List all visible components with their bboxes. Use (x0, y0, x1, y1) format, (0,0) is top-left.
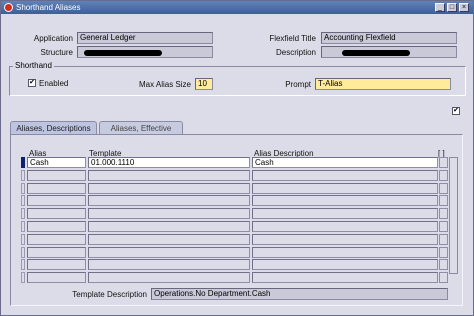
table-cell-template[interactable] (88, 169, 250, 181)
table-cell-alias[interactable]: Cash (27, 157, 86, 168)
row-folder-cell[interactable] (439, 233, 448, 245)
row-folder-cell[interactable] (439, 259, 448, 271)
row-indicator[interactable] (21, 169, 25, 181)
table-cell-template[interactable] (88, 259, 250, 271)
table-cell-description[interactable] (252, 169, 438, 181)
table-cell-template[interactable] (88, 233, 250, 245)
folder-checkbox[interactable]: ✔ (452, 107, 460, 115)
description-label: Description (275, 48, 316, 57)
oracle-app-icon (4, 3, 13, 12)
table-cell-alias[interactable] (27, 208, 86, 220)
table-cell-alias[interactable] (27, 233, 86, 245)
structure-field[interactable] (77, 46, 213, 58)
row-indicator[interactable] (21, 259, 25, 271)
table-cell-alias[interactable] (27, 182, 86, 194)
prompt-label: Prompt (285, 80, 311, 89)
row-folder-cell[interactable] (439, 157, 448, 168)
close-button[interactable]: × (459, 3, 469, 12)
row-folder-cell[interactable] (439, 169, 448, 181)
row-folder-cell[interactable] (439, 195, 448, 207)
table-cell-description[interactable] (252, 259, 438, 271)
template-description-label: Template Description (72, 290, 147, 299)
row-indicator[interactable] (21, 272, 25, 284)
maximize-button[interactable]: □ (447, 3, 457, 12)
max-alias-size-field[interactable]: 10 (195, 78, 213, 90)
shorthand-aliases-window: Shorthand Aliases _ □ × Application Gene… (0, 0, 474, 316)
window-title: Shorthand Aliases (16, 3, 81, 12)
table-cell-description[interactable] (252, 195, 438, 207)
row-indicator[interactable] (21, 221, 25, 232)
table-cell-description[interactable] (252, 221, 438, 232)
title-bar[interactable]: Shorthand Aliases _ □ × (1, 1, 473, 14)
table-cell-description[interactable] (252, 233, 438, 245)
row-indicator[interactable] (21, 233, 25, 245)
tab-aliases-descriptions[interactable]: Aliases, Descriptions (10, 121, 97, 135)
flexfield-title-label: Flexfield Title (269, 34, 316, 43)
table-cell-template[interactable] (88, 208, 250, 220)
table-cell-template[interactable] (88, 182, 250, 194)
table-cell-description[interactable] (252, 182, 438, 194)
row-folder-cell[interactable] (439, 246, 448, 258)
table-cell-template[interactable] (88, 195, 250, 207)
table-cell-description[interactable] (252, 246, 438, 258)
row-folder-cell[interactable] (439, 221, 448, 232)
application-field[interactable]: General Ledger (77, 32, 213, 44)
redacted-description-value (342, 50, 410, 56)
row-folder-cell[interactable] (439, 182, 448, 194)
table-cell-alias[interactable] (27, 272, 86, 284)
table-cell-template[interactable]: 01.000.1110 (88, 157, 250, 168)
table-cell-description[interactable] (252, 208, 438, 220)
row-indicator[interactable] (21, 182, 25, 194)
table-cell-template[interactable] (88, 246, 250, 258)
row-indicator[interactable] (21, 208, 25, 220)
table-cell-description[interactable] (252, 272, 438, 284)
max-alias-size-label: Max Alias Size (138, 80, 191, 89)
template-description-field[interactable]: Operations.No Department.Cash (151, 288, 448, 300)
flexfield-title-field[interactable]: Accounting Flexfield (321, 32, 457, 44)
table-cell-description[interactable]: Cash (252, 157, 438, 168)
row-indicator[interactable] (21, 195, 25, 207)
table-cell-alias[interactable] (27, 246, 86, 258)
row-folder-cell[interactable] (439, 272, 448, 284)
table-scrollbar[interactable] (449, 157, 458, 274)
table-cell-template[interactable] (88, 272, 250, 284)
row-folder-cell[interactable] (439, 208, 448, 220)
row-indicator[interactable] (21, 157, 25, 168)
redacted-structure-value (84, 50, 162, 56)
row-indicator[interactable] (21, 246, 25, 258)
table-cell-alias[interactable] (27, 169, 86, 181)
enabled-checkbox[interactable]: ✔ (28, 79, 36, 87)
description-field[interactable] (321, 46, 457, 58)
table-cell-alias[interactable] (27, 259, 86, 271)
application-label: Application (33, 34, 73, 43)
structure-label: Structure (40, 48, 73, 57)
prompt-field[interactable]: T-Alias (315, 78, 451, 90)
table-cell-alias[interactable] (27, 195, 86, 207)
table-cell-template[interactable] (88, 221, 250, 232)
shorthand-frame-title: Shorthand (13, 61, 54, 70)
enabled-label: Enabled (39, 79, 69, 88)
table-cell-alias[interactable] (27, 221, 86, 232)
aliases-tab-panel: Alias Template Alias Description [ ] Cas… (10, 134, 463, 306)
tab-aliases-effective[interactable]: Aliases, Effective (99, 121, 183, 135)
minimize-button[interactable]: _ (435, 3, 445, 12)
